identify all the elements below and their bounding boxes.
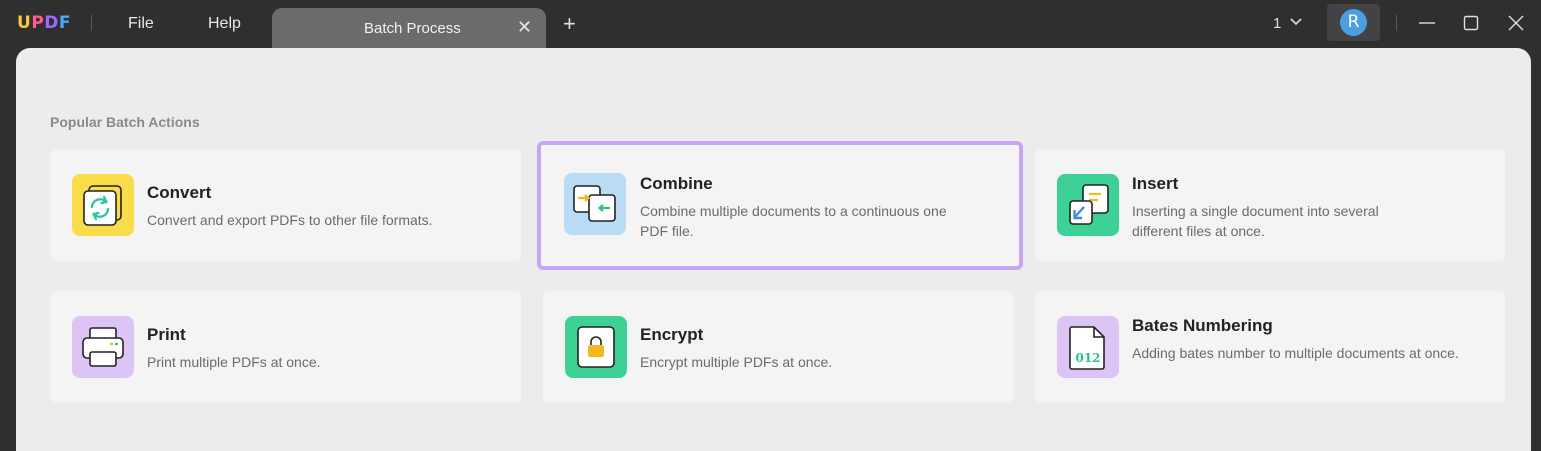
minimize-icon[interactable] <box>1418 14 1436 32</box>
card-combine[interactable]: Combine Combine multiple documents to a … <box>537 141 1023 270</box>
card-bates-numbering[interactable]: 012 Bates Numbering Adding bates number … <box>1035 291 1505 403</box>
card-title: Bates Numbering <box>1132 316 1273 335</box>
combine-icon <box>564 173 626 235</box>
convert-icon <box>72 174 134 236</box>
card-description: Print multiple PDFs at once. <box>147 354 321 370</box>
tab-label: Batch Process <box>364 20 461 37</box>
card-title: Insert <box>1132 174 1179 193</box>
card-title: Encrypt <box>640 325 704 344</box>
card-insert[interactable]: Insert Inserting a single document into … <box>1035 149 1505 261</box>
batch-panel: Popular Batch Actions Convert Convert an… <box>16 48 1531 451</box>
maximize-icon[interactable] <box>1462 14 1480 32</box>
menu-file[interactable]: File <box>128 15 154 33</box>
chevron-down-icon[interactable] <box>1290 17 1302 27</box>
card-convert[interactable]: Convert Convert and export PDFs to other… <box>50 149 521 261</box>
card-title: Convert <box>147 183 212 202</box>
close-icon[interactable]: ✕ <box>517 18 532 36</box>
close-window-icon[interactable] <box>1507 14 1525 32</box>
updf-logo[interactable]: UPDF <box>17 13 71 33</box>
title-bar: UPDF File Help Batch Process ✕ + 1 R <box>0 0 1541 50</box>
bates-icon-digits: 012 <box>1075 351 1100 365</box>
divider <box>1396 15 1397 31</box>
card-description: Inserting a single document into several… <box>1132 203 1379 239</box>
card-encrypt[interactable]: Encrypt Encrypt multiple PDFs at once. <box>543 291 1014 403</box>
account-button[interactable]: R <box>1327 4 1380 41</box>
new-tab-button[interactable]: + <box>563 13 576 35</box>
card-description: Adding bates number to multiple document… <box>1132 345 1459 361</box>
card-title: Print <box>147 325 186 344</box>
divider <box>91 15 92 31</box>
encrypt-icon <box>565 316 627 378</box>
card-print[interactable]: Print Print multiple PDFs at once. <box>50 291 521 403</box>
card-description: Convert and export PDFs to other file fo… <box>147 212 433 228</box>
section-title: Popular Batch Actions <box>50 114 200 130</box>
page-count[interactable]: 1 <box>1273 15 1281 32</box>
insert-icon <box>1057 174 1119 236</box>
card-title: Combine <box>640 174 713 193</box>
avatar: R <box>1340 9 1367 36</box>
card-description: Encrypt multiple PDFs at once. <box>640 354 833 370</box>
card-description: Combine multiple documents to a continuo… <box>640 203 947 239</box>
print-icon <box>72 316 134 378</box>
menu-help[interactable]: Help <box>208 15 241 33</box>
tab-batch-process[interactable]: Batch Process ✕ <box>272 8 546 50</box>
bates-icon: 012 <box>1057 316 1119 378</box>
